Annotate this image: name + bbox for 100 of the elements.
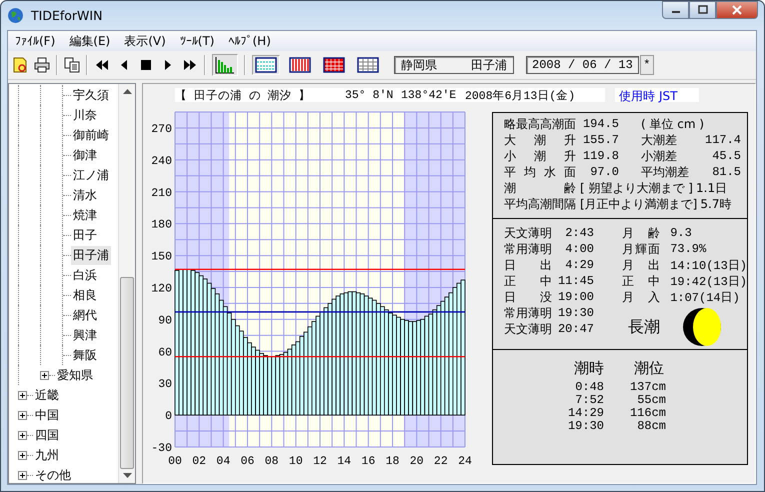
- close-button[interactable]: [716, 1, 758, 19]
- tree-item[interactable]: 愛知県: [55, 366, 95, 384]
- row-value: 45.5: [711, 149, 741, 163]
- x-tick-label: 10: [288, 455, 303, 468]
- tree-item[interactable]: 網代: [71, 306, 99, 324]
- x-tick-label: 20: [410, 455, 424, 468]
- latitude-text: 35° 8'N: [345, 88, 394, 102]
- expand-icon[interactable]: [18, 390, 27, 400]
- sun-event-time: 4:29: [564, 258, 594, 272]
- fast-forward-icon[interactable]: [182, 57, 198, 73]
- moon-event-value: 14:10(13日): [670, 258, 747, 274]
- grid-icon: [357, 57, 379, 73]
- y-tick-label: 180: [151, 218, 172, 232]
- new-document-icon[interactable]: [12, 57, 28, 73]
- menu-item[interactable]: ﾍﾙﾌﾟ(H): [224, 34, 280, 48]
- tide-level: 55cm: [636, 392, 666, 406]
- expand-icon[interactable]: [40, 370, 49, 380]
- expand-icon[interactable]: [18, 470, 27, 480]
- tree-item[interactable]: 清水: [71, 186, 99, 204]
- date-field[interactable]: 2008 / 06 / 13: [526, 56, 639, 74]
- x-tick-label: 12: [313, 455, 327, 468]
- tree-item[interactable]: 四国: [33, 426, 61, 444]
- station-text: 田子浦: [471, 56, 507, 74]
- maximize-button[interactable]: [689, 1, 716, 19]
- tree-item[interactable]: 江ノ浦: [71, 166, 111, 184]
- expand-icon[interactable]: [18, 430, 27, 440]
- tree-item[interactable]: 田子: [71, 226, 99, 244]
- menu-item[interactable]: 表示(V): [119, 32, 175, 50]
- column-header: 潮時: [573, 358, 604, 378]
- maximize-icon: [696, 5, 708, 15]
- tree-item[interactable]: 相良: [71, 286, 99, 304]
- tide-level: 116cm: [628, 406, 666, 420]
- grid-style-button[interactable]: [252, 55, 280, 75]
- y-tick-label: 30: [158, 378, 172, 392]
- sun-event-time: 4:00: [564, 242, 594, 256]
- moon-event-label: 月 出: [622, 256, 660, 274]
- menu-item[interactable]: ﾂｰﾙ(T): [174, 34, 224, 48]
- striped-panel-icon: [289, 57, 311, 73]
- tree-item[interactable]: 九州: [33, 446, 61, 464]
- chart-view-button[interactable]: [212, 54, 238, 76]
- y-tick-label: 150: [151, 250, 172, 264]
- tide-time: 19:30: [566, 418, 604, 432]
- sun-event-time: 19:30: [556, 306, 594, 320]
- date-text: 2008年6月13日(金): [465, 88, 576, 102]
- close-icon: [731, 5, 743, 15]
- tree-item[interactable]: 宇久須: [71, 86, 111, 104]
- menu-item[interactable]: ﾌｧｲﾙ(F): [10, 34, 64, 48]
- y-tick-label: 270: [151, 122, 172, 136]
- copy-icon[interactable]: [64, 57, 80, 73]
- moon-phase-icon: [682, 307, 722, 347]
- tree-item[interactable]: 白浜: [71, 266, 99, 284]
- x-tick-label: 22: [434, 455, 448, 468]
- y-tick-label: -30: [151, 442, 172, 455]
- expand-icon[interactable]: [18, 410, 27, 420]
- sun-event-label: 常用薄明: [504, 304, 552, 322]
- rewind-icon[interactable]: [94, 57, 110, 73]
- tide-type-text: 長潮: [628, 316, 660, 338]
- bar-chart-icon: [215, 56, 235, 74]
- menu-item[interactable]: 編集(E): [64, 32, 120, 50]
- tree-item[interactable]: 川奈: [71, 106, 99, 124]
- tide-time: 14:29: [566, 406, 604, 420]
- tree-item[interactable]: 焼津: [71, 206, 99, 224]
- tree-item[interactable]: 興津: [71, 326, 99, 344]
- moon-event-value: 9.3: [670, 226, 692, 240]
- sun-event-label: 常用薄明: [504, 240, 552, 258]
- row-label: 平 均 水 面: [504, 164, 576, 180]
- globe-icon: [7, 7, 24, 24]
- row-label: 小 潮 升: [504, 148, 576, 164]
- sun-event-time: 11:45: [556, 274, 594, 288]
- scroll-thumb[interactable]: [120, 277, 134, 469]
- minimize-button[interactable]: [662, 1, 689, 19]
- moon-event-value: 73.9%: [670, 242, 706, 256]
- scroll-up-icon[interactable]: [122, 88, 132, 94]
- expand-icon[interactable]: [18, 450, 27, 460]
- tree-item[interactable]: その他: [33, 466, 73, 483]
- tree-item[interactable]: 近畿: [33, 386, 61, 404]
- window-title: TIDEforWIN: [31, 8, 102, 23]
- tree-item[interactable]: 中国: [33, 406, 61, 424]
- stop-icon[interactable]: [138, 57, 154, 73]
- tide-level: 88cm: [636, 418, 666, 432]
- location-field[interactable]: 静岡県 田子浦: [394, 56, 514, 74]
- y-tick-label: 210: [151, 186, 172, 200]
- lined-panel-icon: [255, 57, 277, 73]
- printer-icon[interactable]: [34, 57, 50, 73]
- x-tick-label: 06: [240, 455, 254, 468]
- row-value: 5.7時: [700, 196, 732, 212]
- x-tick-label: 08: [264, 455, 279, 468]
- tree-item[interactable]: 田子浦: [71, 246, 111, 264]
- y-tick-label: 0: [165, 410, 172, 424]
- scroll-down-icon[interactable]: [122, 473, 132, 479]
- date-picker-button[interactable]: *: [640, 55, 654, 75]
- sun-event-time: 2:43: [564, 226, 594, 240]
- tree-item[interactable]: 御津: [71, 146, 99, 164]
- scrollbar[interactable]: [118, 84, 135, 483]
- y-tick-label: 240: [151, 154, 172, 168]
- x-tick-label: 00: [168, 455, 182, 468]
- moon-event-label: 月 入: [622, 288, 660, 306]
- tree-item[interactable]: 舞阪: [71, 346, 99, 364]
- tree-item[interactable]: 御前崎: [71, 126, 111, 144]
- row-label: 略最高高潮面: [504, 116, 576, 132]
